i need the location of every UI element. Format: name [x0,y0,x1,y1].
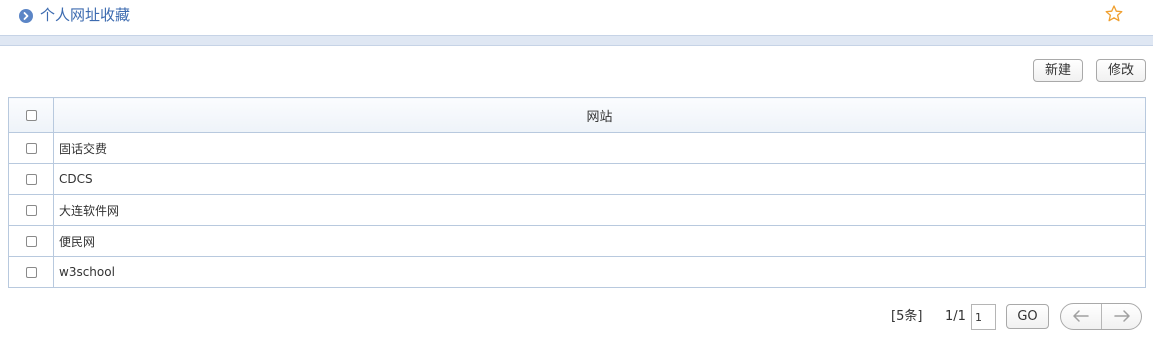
site-cell[interactable]: 便民网 [53,225,1146,257]
pager-nav-group [1060,303,1142,330]
star-outline-icon[interactable] [1104,4,1124,24]
site-cell[interactable]: w3school [53,256,1146,288]
page-indicator: 1/1 [945,309,966,324]
table-row[interactable]: 便民网 [8,225,1146,257]
row-checkbox[interactable] [25,143,37,154]
record-count: [5条] [891,309,923,324]
new-button[interactable]: 新建 [1033,59,1083,82]
table-row[interactable]: w3school [8,256,1146,288]
edit-button[interactable]: 修改 [1096,59,1146,82]
site-cell[interactable]: 固话交费 [53,132,1146,164]
select-all-cell [8,97,54,133]
prev-page-button[interactable] [1061,304,1101,329]
site-cell[interactable]: CDCS [53,163,1146,195]
row-checkbox[interactable] [25,267,37,278]
page-number-input[interactable]: 1 [971,304,996,330]
table-header-row: 网站 [8,97,1146,133]
select-all-checkbox[interactable] [25,109,37,121]
site-cell[interactable]: 大连软件网 [53,194,1146,226]
header-divider-band [0,35,1153,46]
row-checkbox[interactable] [25,236,37,247]
go-button[interactable]: GO [1006,304,1049,329]
table-row[interactable]: 大连软件网 [8,194,1146,226]
page-header: 个人网址收藏 [0,0,1153,34]
bookmark-table: 网站 固话交费 CDCS 大连软件网 便民网 w3school [8,97,1146,288]
row-checkbox[interactable] [25,174,37,185]
chevron-right-circle-icon [19,9,33,23]
table-row[interactable]: CDCS [8,163,1146,195]
row-checkbox[interactable] [25,205,37,216]
column-header-site: 网站 [53,97,1146,133]
next-page-button[interactable] [1102,304,1142,329]
table-row[interactable]: 固话交费 [8,132,1146,164]
arrow-left-icon [1073,310,1089,322]
arrow-right-icon [1114,310,1130,322]
page-title: 个人网址收藏 [40,6,131,24]
